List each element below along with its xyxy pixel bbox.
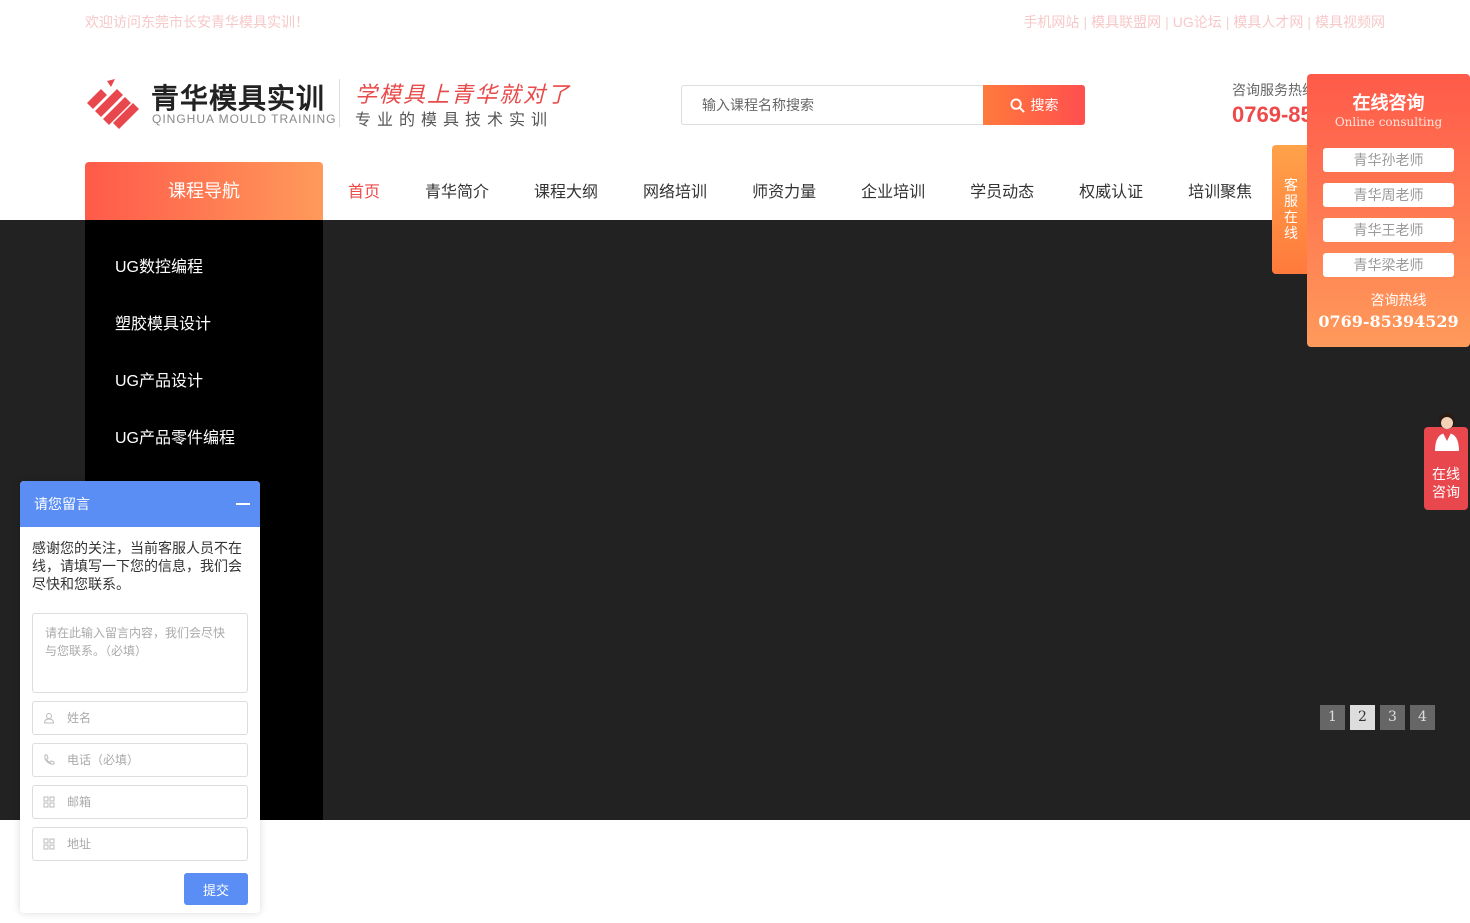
page: 欢迎访问东莞市长安青华模具实训！ 手机网站 | 模具联盟网 | UG论坛 | 模具人才网 | 模… (0, 0, 1470, 923)
search-button[interactable]: 搜索 (983, 85, 1085, 125)
message-widget-header[interactable]: 请您留言 (20, 481, 260, 527)
site-logo[interactable]: 青华模具实训 QINGHUA MOULD TRAINING 学模具上青华就对了 … (85, 75, 569, 131)
phone-icon (44, 754, 55, 765)
nav-focus[interactable]: 培训聚焦 (1188, 162, 1252, 220)
name-field[interactable] (32, 701, 248, 735)
banner-page-2[interactable]: 2 (1350, 705, 1375, 730)
consult-panel: 在线咨询 Online consulting 青华孙老师 青华周老师 青华王老师… (1307, 74, 1470, 347)
agent-avatar-icon (1435, 413, 1459, 451)
teacher-wang-button[interactable]: 青华王老师 (1323, 218, 1454, 242)
phone-input[interactable] (67, 748, 237, 772)
address-field[interactable] (32, 827, 248, 861)
customer-service-tab-label: 客服在线 (1284, 177, 1298, 241)
nav-teachers[interactable]: 师资力量 (752, 162, 816, 220)
submit-button[interactable]: 提交 (184, 873, 248, 905)
consult-hotline-label: 咨询热线 (1370, 292, 1427, 308)
name-input[interactable] (67, 706, 237, 730)
message-intro: 感谢您的关注，当前客服人员不在线，请填写一下您的信息，我们会尽快和您联系。 (32, 540, 242, 592)
search-button-label: 搜索 (1030, 97, 1059, 113)
grid-icon (43, 838, 55, 850)
nav-home[interactable]: 首页 (348, 162, 380, 220)
consult-subtitle: Online consulting (1334, 115, 1443, 129)
course-menu-item[interactable]: UG产品零件编程 (115, 424, 235, 448)
link-mobile-site[interactable]: 手机网站 (1023, 14, 1079, 30)
address-input[interactable] (67, 832, 237, 856)
banner-page-1[interactable]: 1 (1320, 705, 1345, 730)
course-menu-item[interactable]: UG产品设计 (115, 367, 203, 391)
logo-subslogan: 专业的模具技术实训 (355, 112, 554, 129)
nav-online-training[interactable]: 网络培训 (643, 162, 707, 220)
link-talent[interactable]: 模具人才网 (1233, 14, 1303, 30)
teacher-sun-button[interactable]: 青华孙老师 (1323, 148, 1454, 172)
user-icon (43, 713, 55, 724)
nav-certification[interactable]: 权威认证 (1079, 162, 1143, 220)
grid-icon (43, 796, 55, 808)
logo-mark-icon (87, 79, 139, 129)
logo-name: 青华模具实训 (151, 82, 326, 115)
search-bar: 搜索 (681, 85, 1085, 125)
message-widget-title: 请您留言 (34, 496, 90, 512)
course-menu-item[interactable]: UG数控编程 (115, 253, 203, 277)
logo-english: QINGHUA MOULD TRAINING (152, 112, 337, 126)
nav-syllabus[interactable]: 课程大纲 (534, 162, 598, 220)
search-input[interactable] (681, 85, 984, 125)
nav-students[interactable]: 学员动态 (970, 162, 1034, 220)
logo-slogan: 学模具上青华就对了 (355, 83, 572, 108)
top-links: 手机网站 | 模具联盟网 | UG论坛 | 模具人才网 | 模具视频网 (1023, 14, 1385, 30)
phone-field[interactable] (32, 743, 248, 777)
banner-page-3[interactable]: 3 (1380, 705, 1405, 730)
consult-title: 在线咨询 (1352, 93, 1425, 113)
nav-about[interactable]: 青华简介 (425, 162, 489, 220)
link-ug-forum[interactable]: UG论坛 (1173, 14, 1222, 30)
online-consult-float[interactable]: 在线咨询 (1424, 413, 1468, 510)
course-nav-title[interactable]: 课程导航 (85, 162, 323, 220)
nav-enterprise[interactable]: 企业培训 (861, 162, 925, 220)
search-icon (1009, 97, 1025, 113)
online-consult-label: 在线咨询 (1432, 466, 1460, 500)
message-textarea[interactable] (32, 613, 248, 693)
teacher-zhou-button[interactable]: 青华周老师 (1323, 183, 1454, 207)
main-nav: 首页 青华简介 课程大纲 网络培训 师资力量 企业培训 学员动态 权威认证 培训… (348, 162, 1297, 220)
teacher-liang-button[interactable]: 青华梁老师 (1323, 253, 1454, 277)
link-video[interactable]: 模具视频网 (1315, 14, 1385, 30)
email-input[interactable] (67, 790, 237, 814)
banner-page-4[interactable]: 4 (1410, 705, 1435, 730)
link-mould-alliance[interactable]: 模具联盟网 (1091, 14, 1161, 30)
customer-service-tab[interactable]: 客服在线 (1272, 145, 1310, 274)
course-menu-item[interactable]: 塑胶模具设计 (115, 310, 211, 334)
welcome-text: 欢迎访问东莞市长安青华模具实训！ (85, 14, 309, 30)
logo-divider (339, 79, 340, 127)
banner-pager: 1 2 3 4 (1320, 705, 1435, 730)
minimize-icon[interactable] (236, 503, 250, 505)
leave-message-widget: 请您留言 感谢您的关注，当前客服人员不在线，请填写一下您的信息，我们会尽快和您联… (20, 481, 260, 913)
consult-hotline-number: 0769-85394529 (1318, 312, 1459, 331)
email-field[interactable] (32, 785, 248, 819)
top-bar: 欢迎访问东莞市长安青华模具实训！ 手机网站 | 模具联盟网 | UG论坛 | 模具人才网 | 模… (0, 0, 1470, 42)
